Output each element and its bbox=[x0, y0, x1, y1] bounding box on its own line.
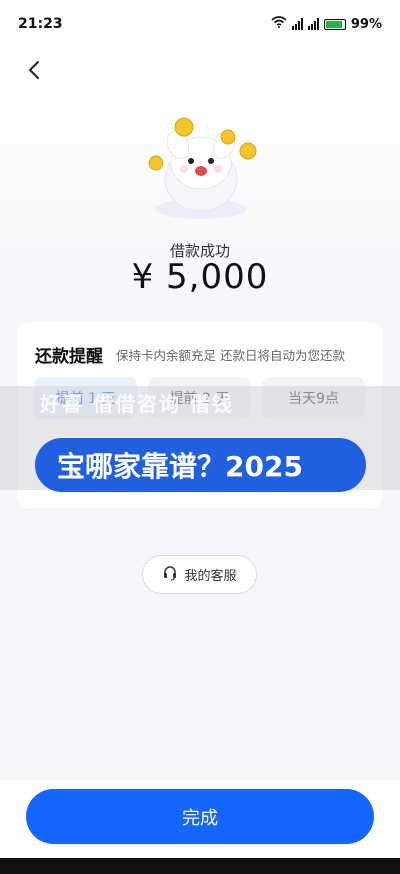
mascot-illustration bbox=[140, 105, 262, 223]
chevron-left-icon bbox=[28, 60, 40, 84]
back-button[interactable] bbox=[18, 56, 50, 88]
signal-icon-1 bbox=[291, 18, 303, 30]
ad-banner[interactable]: 宝哪家靠谱？2025 bbox=[35, 438, 366, 492]
reminder-description: 保持卡内余额充足 还款日将自动为您还款 bbox=[116, 348, 345, 363]
headset-icon bbox=[162, 565, 178, 585]
signal-icon-2 bbox=[307, 18, 319, 30]
done-button[interactable]: 完成 bbox=[26, 789, 374, 844]
customer-service-label: 我的客服 bbox=[184, 569, 237, 584]
wifi-icon bbox=[271, 16, 287, 32]
status-icons: 99% bbox=[271, 16, 382, 32]
status-bar: 21:23 99% bbox=[0, 0, 400, 48]
status-time: 21:23 bbox=[18, 16, 63, 32]
battery-percent: 99% bbox=[350, 16, 382, 32]
ad-banner-text: 宝哪家靠谱？2025 bbox=[57, 450, 303, 483]
battery-icon bbox=[323, 18, 346, 30]
ad-faded-text: 好喜 借借咨询 借钱 bbox=[40, 392, 234, 416]
reminder-title: 还款提醒 bbox=[35, 347, 103, 367]
customer-service-button[interactable]: 我的客服 bbox=[142, 555, 257, 594]
nav-bar bbox=[0, 48, 400, 94]
loan-amount: ¥ 5,000 bbox=[131, 257, 269, 297]
system-navigation-bar bbox=[0, 858, 400, 874]
